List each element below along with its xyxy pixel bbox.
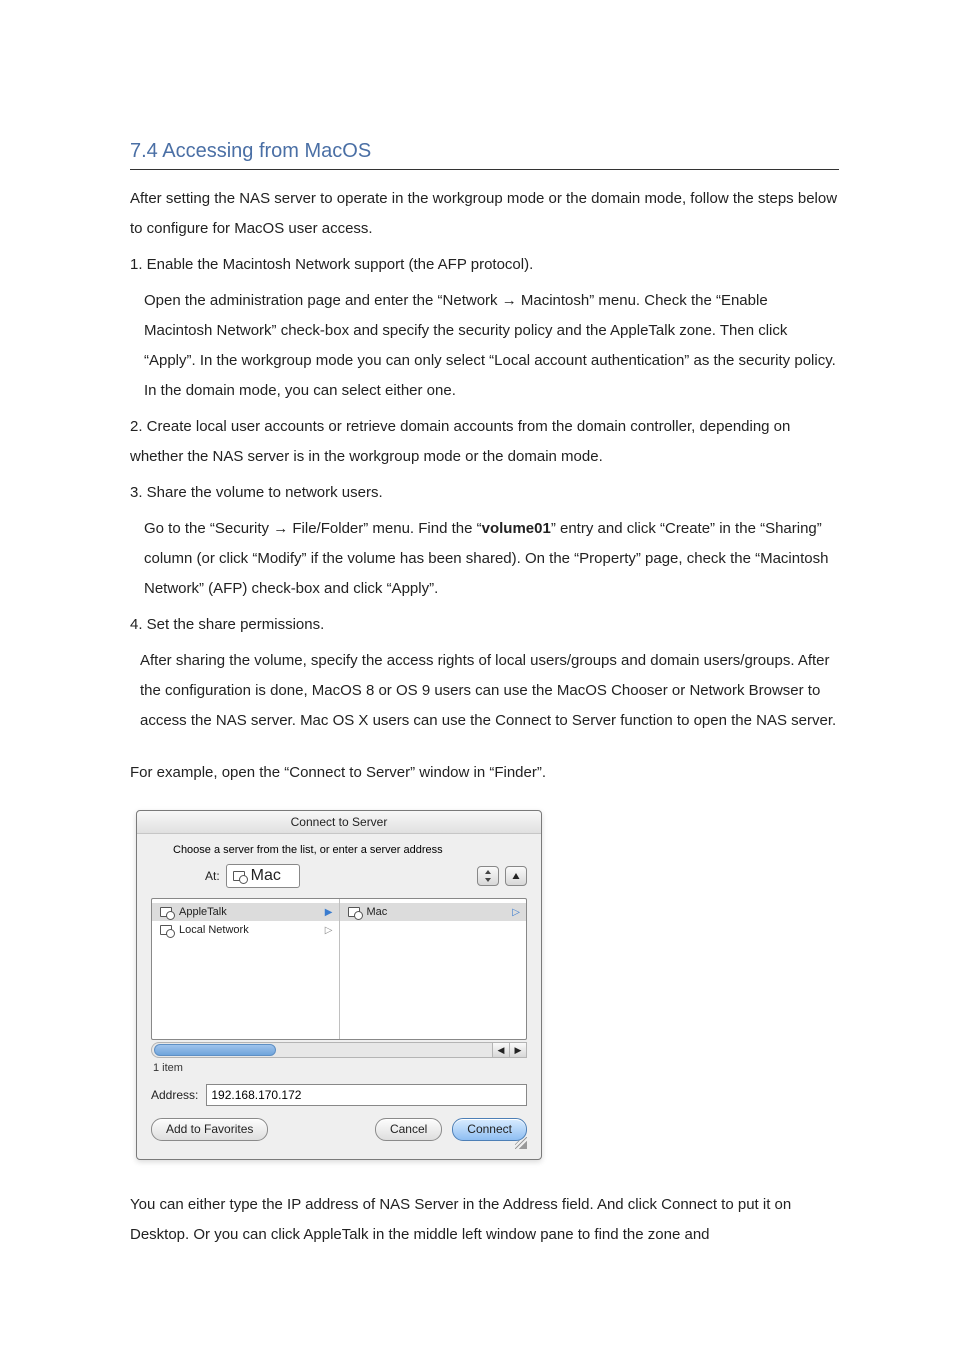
network-icon: [233, 869, 247, 883]
step-4-detail: After sharing the volume, specify the ac…: [130, 646, 839, 736]
triangle-up-icon: [512, 872, 520, 880]
scroll-left-button[interactable]: ◀: [492, 1042, 509, 1058]
address-label: Address:: [151, 1088, 198, 1102]
section-divider: [130, 169, 839, 170]
step-3-volume-name: volume01: [482, 520, 551, 537]
step-3-pre: Go to the “Security → File/Folder” menu.…: [144, 520, 482, 537]
network-icon: [160, 905, 174, 919]
intro-paragraph: After setting the NAS server to operate …: [130, 184, 839, 244]
example-line: For example, open the “Connect to Server…: [130, 758, 839, 788]
connect-button[interactable]: Connect: [452, 1118, 527, 1141]
network-icon: [160, 923, 174, 937]
list-item-label: AppleTalk: [179, 906, 227, 918]
connect-to-server-dialog: Connect to Server Choose a server from t…: [136, 810, 542, 1160]
list-item[interactable]: Mac ▷: [340, 903, 527, 921]
dialog-button-row: Add to Favorites Cancel Connect: [151, 1118, 527, 1141]
browser-column-right[interactable]: Mac ▷: [340, 899, 527, 1039]
list-item-label: Mac: [367, 906, 388, 918]
cancel-button[interactable]: Cancel: [375, 1118, 442, 1141]
step-2: 2. Create local user accounts or retriev…: [130, 412, 839, 472]
scrollbar-thumb[interactable]: [154, 1044, 276, 1056]
at-value: Mac: [251, 867, 281, 885]
closing-paragraph: You can either type the IP address of NA…: [130, 1190, 839, 1250]
step-1-detail: Open the administration page and enter t…: [130, 286, 839, 406]
address-row: Address:: [151, 1084, 527, 1106]
step-1-title: 1. Enable the Macintosh Network support …: [130, 250, 839, 280]
at-row: At: Mac: [205, 864, 527, 888]
dialog-title: Connect to Server: [137, 811, 541, 834]
item-count: 1 item: [153, 1062, 525, 1074]
network-icon: [348, 905, 362, 919]
address-input[interactable]: [206, 1084, 527, 1106]
browser-column-left[interactable]: AppleTalk ▶ Local Network ▷: [152, 899, 340, 1039]
list-item[interactable]: AppleTalk ▶: [152, 903, 339, 921]
horizontal-scrollbar[interactable]: ◀ ▶: [151, 1042, 527, 1058]
server-browser: AppleTalk ▶ Local Network ▷ Mac ▷: [151, 898, 527, 1040]
history-up-button[interactable]: [505, 866, 527, 886]
step-3-title: 3. Share the volume to network users.: [130, 478, 839, 508]
up-down-arrows-icon: [484, 870, 492, 882]
stepper-button[interactable]: [477, 866, 499, 886]
chevron-right-icon: ▷: [512, 907, 520, 918]
add-to-favorites-button[interactable]: Add to Favorites: [151, 1118, 268, 1141]
list-item-label: Local Network: [179, 924, 249, 936]
list-item[interactable]: Local Network ▷: [152, 921, 339, 939]
chevron-right-icon: ▶: [325, 907, 333, 918]
section-heading: 7.4 Accessing from MacOS: [130, 140, 839, 163]
at-label: At:: [205, 869, 220, 883]
scroll-right-button[interactable]: ▶: [509, 1042, 527, 1058]
section-body: After setting the NAS server to operate …: [130, 184, 839, 788]
chevron-right-icon: ▷: [325, 925, 333, 936]
dialog-instruction: Choose a server from the list, or enter …: [173, 844, 527, 856]
at-location-dropdown[interactable]: Mac: [226, 864, 300, 888]
step-4-title: 4. Set the share permissions.: [130, 610, 839, 640]
step-3-detail: Go to the “Security → File/Folder” menu.…: [130, 514, 839, 604]
